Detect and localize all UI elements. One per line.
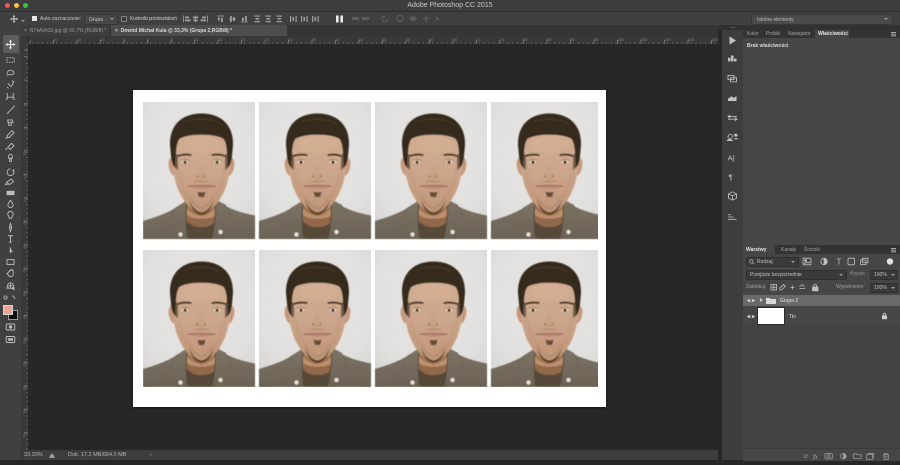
svg-text:A|: A| <box>728 154 735 163</box>
svg-text:¶: ¶ <box>729 173 733 182</box>
svg-text:T: T <box>837 257 842 266</box>
svg-text:fx: fx <box>813 453 818 460</box>
